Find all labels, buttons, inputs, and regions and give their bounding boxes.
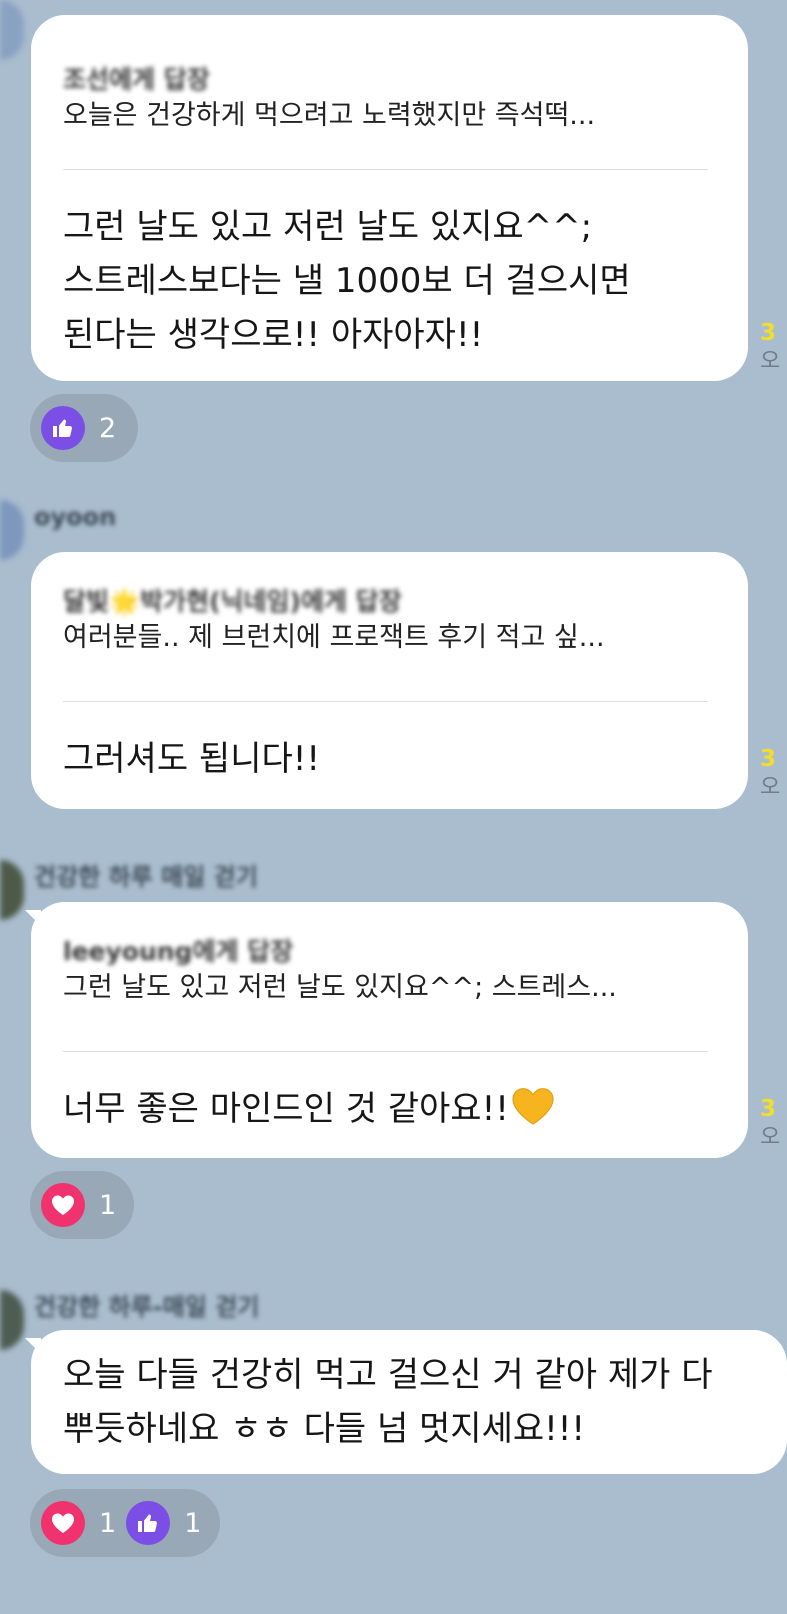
message-meta: 3 오	[760, 744, 780, 802]
avatar[interactable]	[0, 500, 24, 560]
unread-count: 3	[760, 320, 777, 346]
message-bubble[interactable]: 오늘 다들 건강히 먹고 걸으신 거 같아 제가 다 뿌듯하네요 ㅎㅎ 다들 넘…	[25, 1330, 787, 1474]
reaction-heart[interactable]: 1	[41, 1501, 116, 1545]
sender-name[interactable]: oyoon	[34, 500, 116, 534]
message-text: 그러셔도 됩니다!!	[63, 739, 321, 779]
thumbs-up-icon	[41, 406, 85, 450]
message-bubble[interactable]: leeyoung에게 답장 그런 날도 있고 저런 날도 있지요^^; 스트레스…	[25, 902, 748, 1158]
reply-preview[interactable]: 여러분들.. 제 브런치에 프로잭트 후기 적고 싶...	[63, 619, 716, 657]
reaction-count: 1	[184, 1507, 202, 1539]
timestamp: 오	[760, 1125, 781, 1150]
message-bubble[interactable]: 조선에게 답장 오늘은 건강하게 먹으려고 노력했지만 즉석떡... 그런 날도…	[31, 15, 748, 381]
reply-to-label: leeyoung에게 답장	[63, 937, 294, 966]
sender-name[interactable]: 건강한 하루-매일 걷기	[34, 1290, 259, 1324]
avatar[interactable]	[0, 860, 24, 920]
timestamp: 오	[760, 775, 781, 800]
reply-preview[interactable]: 오늘은 건강하게 먹으려고 노력했지만 즉석떡...	[63, 97, 716, 135]
message-text: 그런 날도 있고 저런 날도 있지요^^; 스트레스보다는 낼 1000보 더 …	[63, 207, 631, 355]
reaction-like[interactable]: 2	[41, 406, 116, 450]
sender-name[interactable]: 건강한 하루 매일 걷기	[34, 860, 258, 894]
message-text: 오늘 다들 건강히 먹고 걸으신 거 같아 제가 다 뿌듯하네요 ㅎㅎ 다들 넘…	[63, 1355, 713, 1449]
heart-icon	[41, 1501, 85, 1545]
unread-count: 3	[760, 746, 777, 772]
reaction-bar[interactable]: 1 1	[30, 1489, 220, 1557]
message-text: 너무 좋은 마인드인 것 같아요!!	[63, 1082, 716, 1142]
timestamp: 오	[760, 349, 781, 374]
heart-icon	[41, 1183, 85, 1227]
reply-preview[interactable]: 그런 날도 있고 저런 날도 있지요^^; 스트레스...	[63, 969, 716, 1007]
message-meta: 3 오	[760, 318, 780, 376]
message-bubble[interactable]: 달빛🌟박가현(닉네임)에게 답장 여러분들.. 제 브런치에 프로잭트 후기 적…	[31, 552, 748, 809]
reaction-heart[interactable]: 1	[41, 1183, 116, 1227]
reaction-count: 1	[99, 1189, 117, 1221]
reaction-bar[interactable]: 1	[30, 1171, 134, 1239]
message-meta: 3 오	[760, 1094, 780, 1152]
avatar[interactable]	[0, 0, 24, 60]
reaction-count: 1	[99, 1507, 117, 1539]
reply-to-label: 조선에게 답장	[63, 65, 210, 94]
unread-count: 3	[760, 1096, 777, 1122]
reaction-bar[interactable]: 2	[30, 394, 138, 462]
thumbs-up-icon	[126, 1501, 171, 1545]
reply-to-label: 달빛🌟박가현(닉네임)에게 답장	[63, 587, 402, 616]
yellow-heart-emoji-icon	[511, 1086, 555, 1142]
reaction-count: 2	[99, 412, 117, 444]
avatar[interactable]	[0, 1290, 24, 1350]
reaction-like[interactable]: 1	[126, 1501, 201, 1545]
